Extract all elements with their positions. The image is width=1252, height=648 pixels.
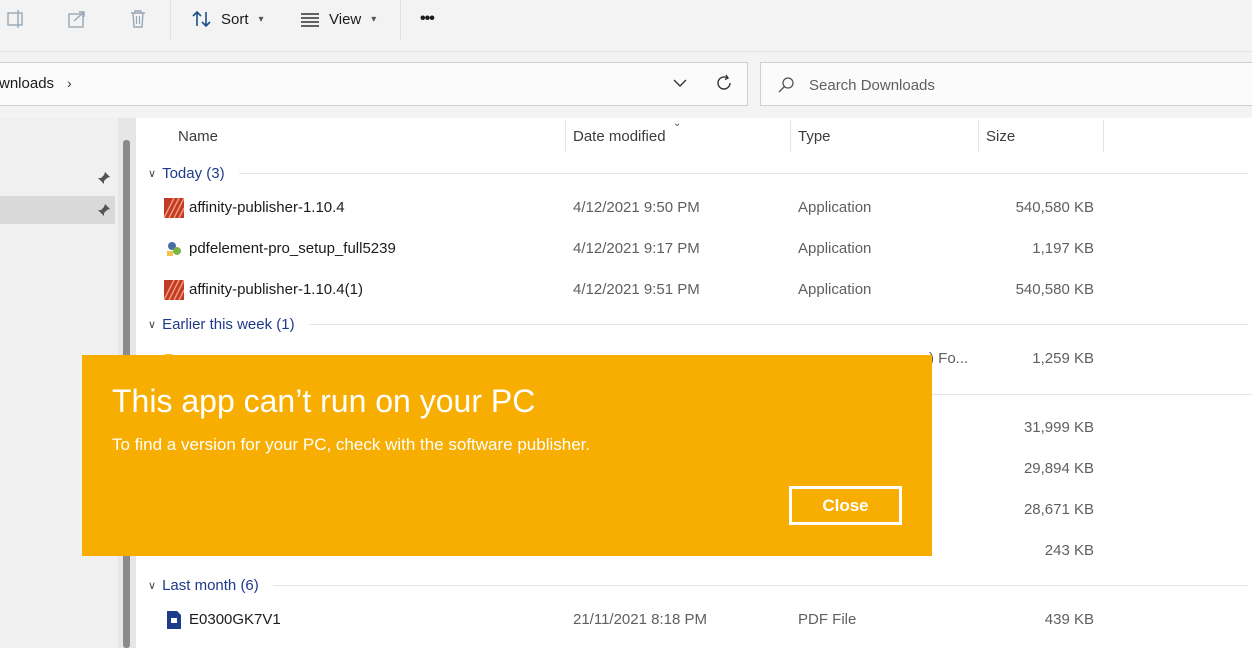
chevron-down-icon: ▾ <box>371 13 377 25</box>
column-header-type[interactable]: Type <box>798 128 831 145</box>
sort-button[interactable]: Sort ▾ <box>191 6 264 32</box>
sort-label: Sort <box>221 10 249 28</box>
group-divider <box>308 323 1248 325</box>
search-box[interactable] <box>760 62 1252 106</box>
column-header-date[interactable]: Date modified <box>573 128 666 145</box>
view-button[interactable]: View ▾ <box>299 6 376 32</box>
command-bar: Sort ▾ View ▾ ••• <box>0 0 1252 52</box>
affinity-app-icon <box>163 197 185 219</box>
file-size: 1,197 KB <box>1032 240 1094 257</box>
group-divider <box>238 172 1248 174</box>
column-header-name[interactable]: Name <box>178 128 218 145</box>
list-item[interactable]: affinity-publisher-1.10.4(1) 4/12/2021 9… <box>136 270 1236 310</box>
column-divider[interactable] <box>978 120 979 152</box>
file-name: affinity-publisher-1.10.4(1) <box>189 281 363 298</box>
sort-icon <box>192 10 211 28</box>
file-date: 21/11/2021 8:18 PM <box>573 611 707 628</box>
group-header-today[interactable]: ∨ Today (3) <box>148 162 1248 184</box>
chevron-down-icon: ▾ <box>258 13 264 25</box>
more-options-button[interactable]: ••• <box>420 6 435 32</box>
column-divider[interactable] <box>790 120 791 152</box>
file-type: Application <box>798 281 872 298</box>
dialog-message: To find a version for your PC, check wit… <box>112 435 591 454</box>
address-bar[interactable]: wnloads › <box>0 62 748 106</box>
dialog-title: This app can’t run on your PC <box>112 383 536 419</box>
column-divider[interactable] <box>565 120 566 152</box>
file-size: 540,580 KB <box>1015 281 1094 298</box>
file-date: 4/12/2021 9:51 PM <box>573 281 700 298</box>
view-icon <box>301 13 319 27</box>
file-size: 28,671 KB <box>1023 501 1094 518</box>
pin-icon[interactable] <box>96 170 112 189</box>
column-divider[interactable] <box>1103 120 1104 152</box>
list-item[interactable]: E0300GK7V1 21/11/2021 8:18 PM PDF File 4… <box>136 600 1236 640</box>
file-type: ) Fo... <box>929 350 969 367</box>
file-date: 4/12/2021 9:50 PM <box>573 199 700 216</box>
refresh-icon[interactable] <box>714 73 734 96</box>
group-header-last-month[interactable]: ∨ Last month (6) <box>148 574 1248 596</box>
file-size: 1,259 KB <box>1032 350 1094 367</box>
toolbar-divider <box>400 0 401 40</box>
column-header-size[interactable]: Size <box>986 128 1015 145</box>
address-path[interactable]: wnloads <box>0 75 54 92</box>
file-name: affinity-publisher-1.10.4 <box>189 199 345 216</box>
file-type: Application <box>798 199 872 216</box>
address-row: wnloads › <box>0 52 1252 118</box>
close-button[interactable]: Close <box>789 486 902 525</box>
pdf-file-icon <box>164 610 184 630</box>
file-size: 29,894 KB <box>1023 460 1094 477</box>
chevron-down-icon: ∨ <box>148 318 157 331</box>
file-name: pdfelement-pro_setup_full5239 <box>189 240 396 257</box>
affinity-app-icon <box>163 279 185 301</box>
search-input[interactable] <box>809 74 1229 96</box>
share-icon[interactable] <box>66 6 88 32</box>
group-label: Earlier this week (1) <box>162 315 295 333</box>
chevron-down-icon: ∨ <box>148 167 157 180</box>
view-label: View <box>329 10 362 28</box>
file-size: 439 KB <box>1044 611 1094 628</box>
file-size: 540,580 KB <box>1015 199 1094 216</box>
rename-icon[interactable] <box>6 6 28 32</box>
sort-caret-icon: ⌄ <box>673 118 682 129</box>
delete-icon[interactable] <box>127 6 149 32</box>
error-dialog: This app can’t run on your PC To find a … <box>82 355 932 556</box>
installer-app-icon <box>164 239 184 259</box>
file-type: PDF File <box>798 611 857 628</box>
file-date: 4/12/2021 9:17 PM <box>573 240 700 257</box>
list-item[interactable]: pdfelement-pro_setup_full5239 4/12/2021 … <box>136 229 1236 269</box>
group-divider <box>272 584 1248 586</box>
breadcrumb-chevron-icon[interactable]: › <box>67 75 72 91</box>
group-label: Today (3) <box>162 164 225 182</box>
list-item[interactable]: affinity-publisher-1.10.4 4/12/2021 9:50… <box>136 188 1236 228</box>
file-name: E0300GK7V1 <box>189 611 281 628</box>
search-icon <box>777 76 795 97</box>
file-size: 243 KB <box>1044 542 1094 559</box>
file-type: Application <box>798 240 872 257</box>
file-size: 31,999 KB <box>1023 419 1094 436</box>
group-label: Last month (6) <box>162 576 259 594</box>
address-dropdown-icon[interactable] <box>672 75 688 94</box>
chevron-down-icon: ∨ <box>148 579 157 592</box>
group-header-earlier-this-week[interactable]: ∨ Earlier this week (1) <box>148 313 1248 335</box>
pin-icon[interactable] <box>96 202 112 221</box>
toolbar-divider <box>170 0 171 40</box>
